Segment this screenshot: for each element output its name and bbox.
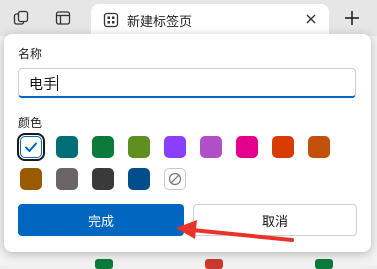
group-name-value: 电手 bbox=[29, 77, 57, 93]
name-label: 名称 bbox=[18, 47, 43, 61]
color-swatch-blue[interactable] bbox=[17, 133, 45, 161]
color-swatch-no-color[interactable] bbox=[164, 168, 186, 190]
no-color-icon bbox=[168, 172, 182, 186]
peek-tile bbox=[95, 259, 113, 269]
color-swatch-violet[interactable] bbox=[200, 136, 222, 158]
peek-tile bbox=[205, 259, 223, 269]
cancel-button[interactable]: 取消 bbox=[193, 204, 357, 236]
workspaces-button[interactable] bbox=[8, 6, 34, 30]
done-button[interactable]: 完成 bbox=[18, 204, 184, 236]
tab-title: 新建标签页 bbox=[127, 15, 193, 30]
close-icon[interactable] bbox=[303, 11, 319, 27]
color-swatch-gray[interactable] bbox=[56, 168, 78, 190]
color-swatch-red-orange[interactable] bbox=[272, 136, 294, 158]
tab-actions-button[interactable] bbox=[50, 6, 76, 30]
group-name-input[interactable]: 电手 bbox=[18, 68, 356, 98]
checkmark-icon bbox=[25, 142, 37, 152]
color-swatch-magenta[interactable] bbox=[236, 136, 258, 158]
color-swatch-teal[interactable] bbox=[56, 136, 78, 158]
tab-strip: 新建标签页 bbox=[0, 0, 377, 36]
new-tab-page-icon bbox=[103, 12, 119, 28]
text-caret bbox=[57, 75, 58, 91]
new-tab-plus-icon[interactable] bbox=[340, 6, 364, 30]
tab-new-tab[interactable]: 新建标签页 bbox=[91, 4, 329, 36]
color-swatch-purple[interactable] bbox=[164, 136, 186, 158]
color-swatch-orange[interactable] bbox=[308, 136, 330, 158]
color-swatch-olive[interactable] bbox=[128, 136, 150, 158]
color-swatch-dark-gray[interactable] bbox=[92, 168, 114, 190]
vertical-tabs-icon bbox=[55, 11, 71, 25]
color-swatch-green[interactable] bbox=[92, 136, 114, 158]
color-swatch-brown[interactable] bbox=[20, 168, 42, 190]
peek-tile bbox=[315, 259, 333, 269]
color-label: 颜色 bbox=[18, 116, 43, 130]
tab-group-dialog: 名称 电手 颜色 完成 取消 bbox=[4, 34, 371, 252]
workspaces-icon bbox=[13, 10, 29, 25]
color-swatch-dark-blue[interactable] bbox=[128, 168, 150, 190]
